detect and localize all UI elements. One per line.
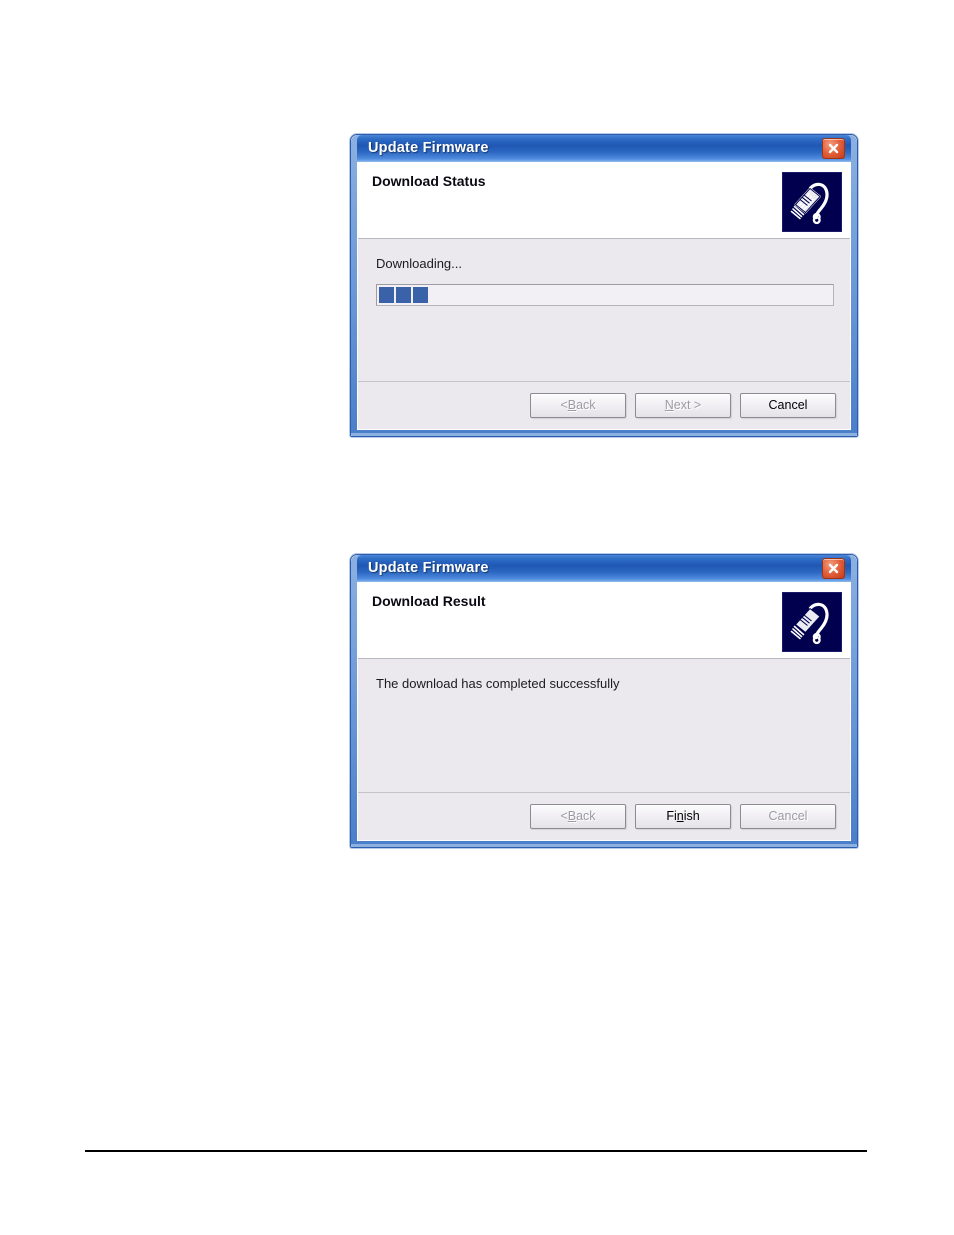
back-button[interactable]: < Back xyxy=(530,804,626,829)
progress-chunk xyxy=(379,286,394,303)
page-footer-rule xyxy=(85,1150,867,1152)
download-status-text: Downloading... xyxy=(376,256,462,271)
update-firmware-download-result-dialog: Update Firmware Download Result The down… xyxy=(350,554,858,848)
document-page: Update Firmware Download Status Download… xyxy=(0,0,954,1235)
progress-chunk xyxy=(396,286,411,303)
dialog-titlebar[interactable]: Update Firmware xyxy=(357,135,851,162)
back-button[interactable]: < Back xyxy=(530,393,626,418)
dialog-header: Download Status xyxy=(358,162,850,239)
barcode-scanner-icon xyxy=(782,172,842,232)
dialog-footer: < Back Fi n ish Cancel xyxy=(358,793,850,840)
progress-chunk xyxy=(413,286,428,303)
dialog-body: Download Status Downloading... < B ack N… xyxy=(357,162,851,430)
dialog-title: Update Firmware xyxy=(368,560,489,577)
dialog-frame: Update Firmware Download Result The down… xyxy=(351,555,857,847)
dialog-frame: Update Firmware Download Status Download… xyxy=(351,135,857,436)
next-button[interactable]: Next > xyxy=(635,393,731,418)
update-firmware-download-status-dialog: Update Firmware Download Status Download… xyxy=(350,134,858,437)
dialog-footer: < Back Next > Cancel xyxy=(358,382,850,429)
dialog-content: The download has completed successfully xyxy=(358,659,850,793)
dialog-header-title: Download Result xyxy=(372,593,486,609)
dialog-title: Update Firmware xyxy=(368,140,489,157)
dialog-header-title: Download Status xyxy=(372,173,486,189)
cancel-button[interactable]: Cancel xyxy=(740,393,836,418)
barcode-scanner-icon xyxy=(782,592,842,652)
dialog-body: Download Result The download has complet… xyxy=(357,582,851,841)
close-icon[interactable] xyxy=(822,558,845,579)
finish-button[interactable]: Fi n ish xyxy=(635,804,731,829)
download-result-message: The download has completed successfully xyxy=(376,676,620,691)
close-icon[interactable] xyxy=(822,138,845,159)
dialog-content: Downloading... xyxy=(358,239,850,382)
download-progress-bar xyxy=(376,283,834,306)
cancel-button[interactable]: Cancel xyxy=(740,804,836,829)
dialog-header: Download Result xyxy=(358,582,850,659)
dialog-titlebar[interactable]: Update Firmware xyxy=(357,555,851,582)
